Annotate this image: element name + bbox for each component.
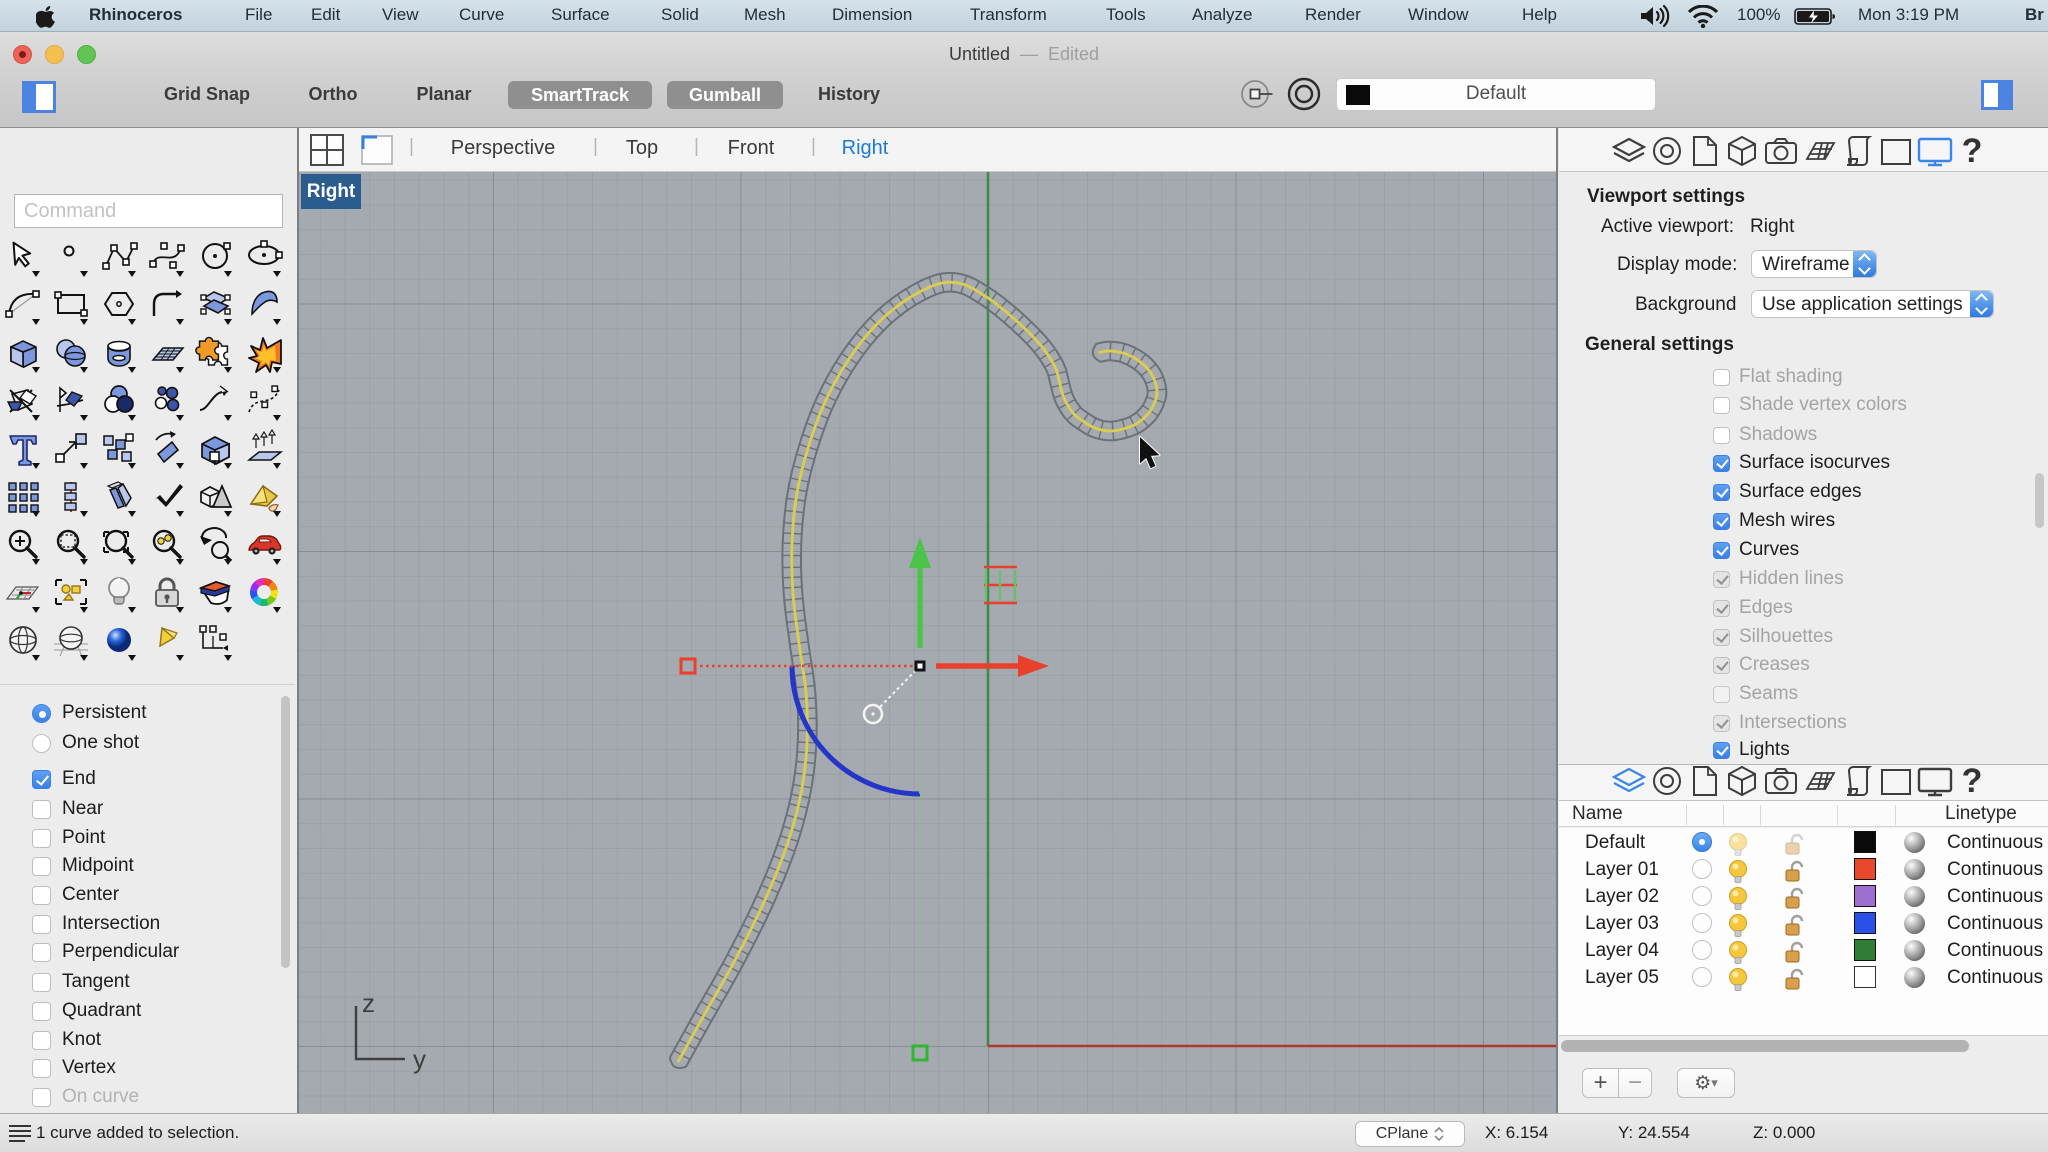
- svg-text:?: ?: [1962, 132, 1983, 170]
- svg-text:?: ?: [1962, 762, 1983, 800]
- svg-text:y: y: [413, 1044, 426, 1074]
- svg-text:z: z: [362, 988, 375, 1018]
